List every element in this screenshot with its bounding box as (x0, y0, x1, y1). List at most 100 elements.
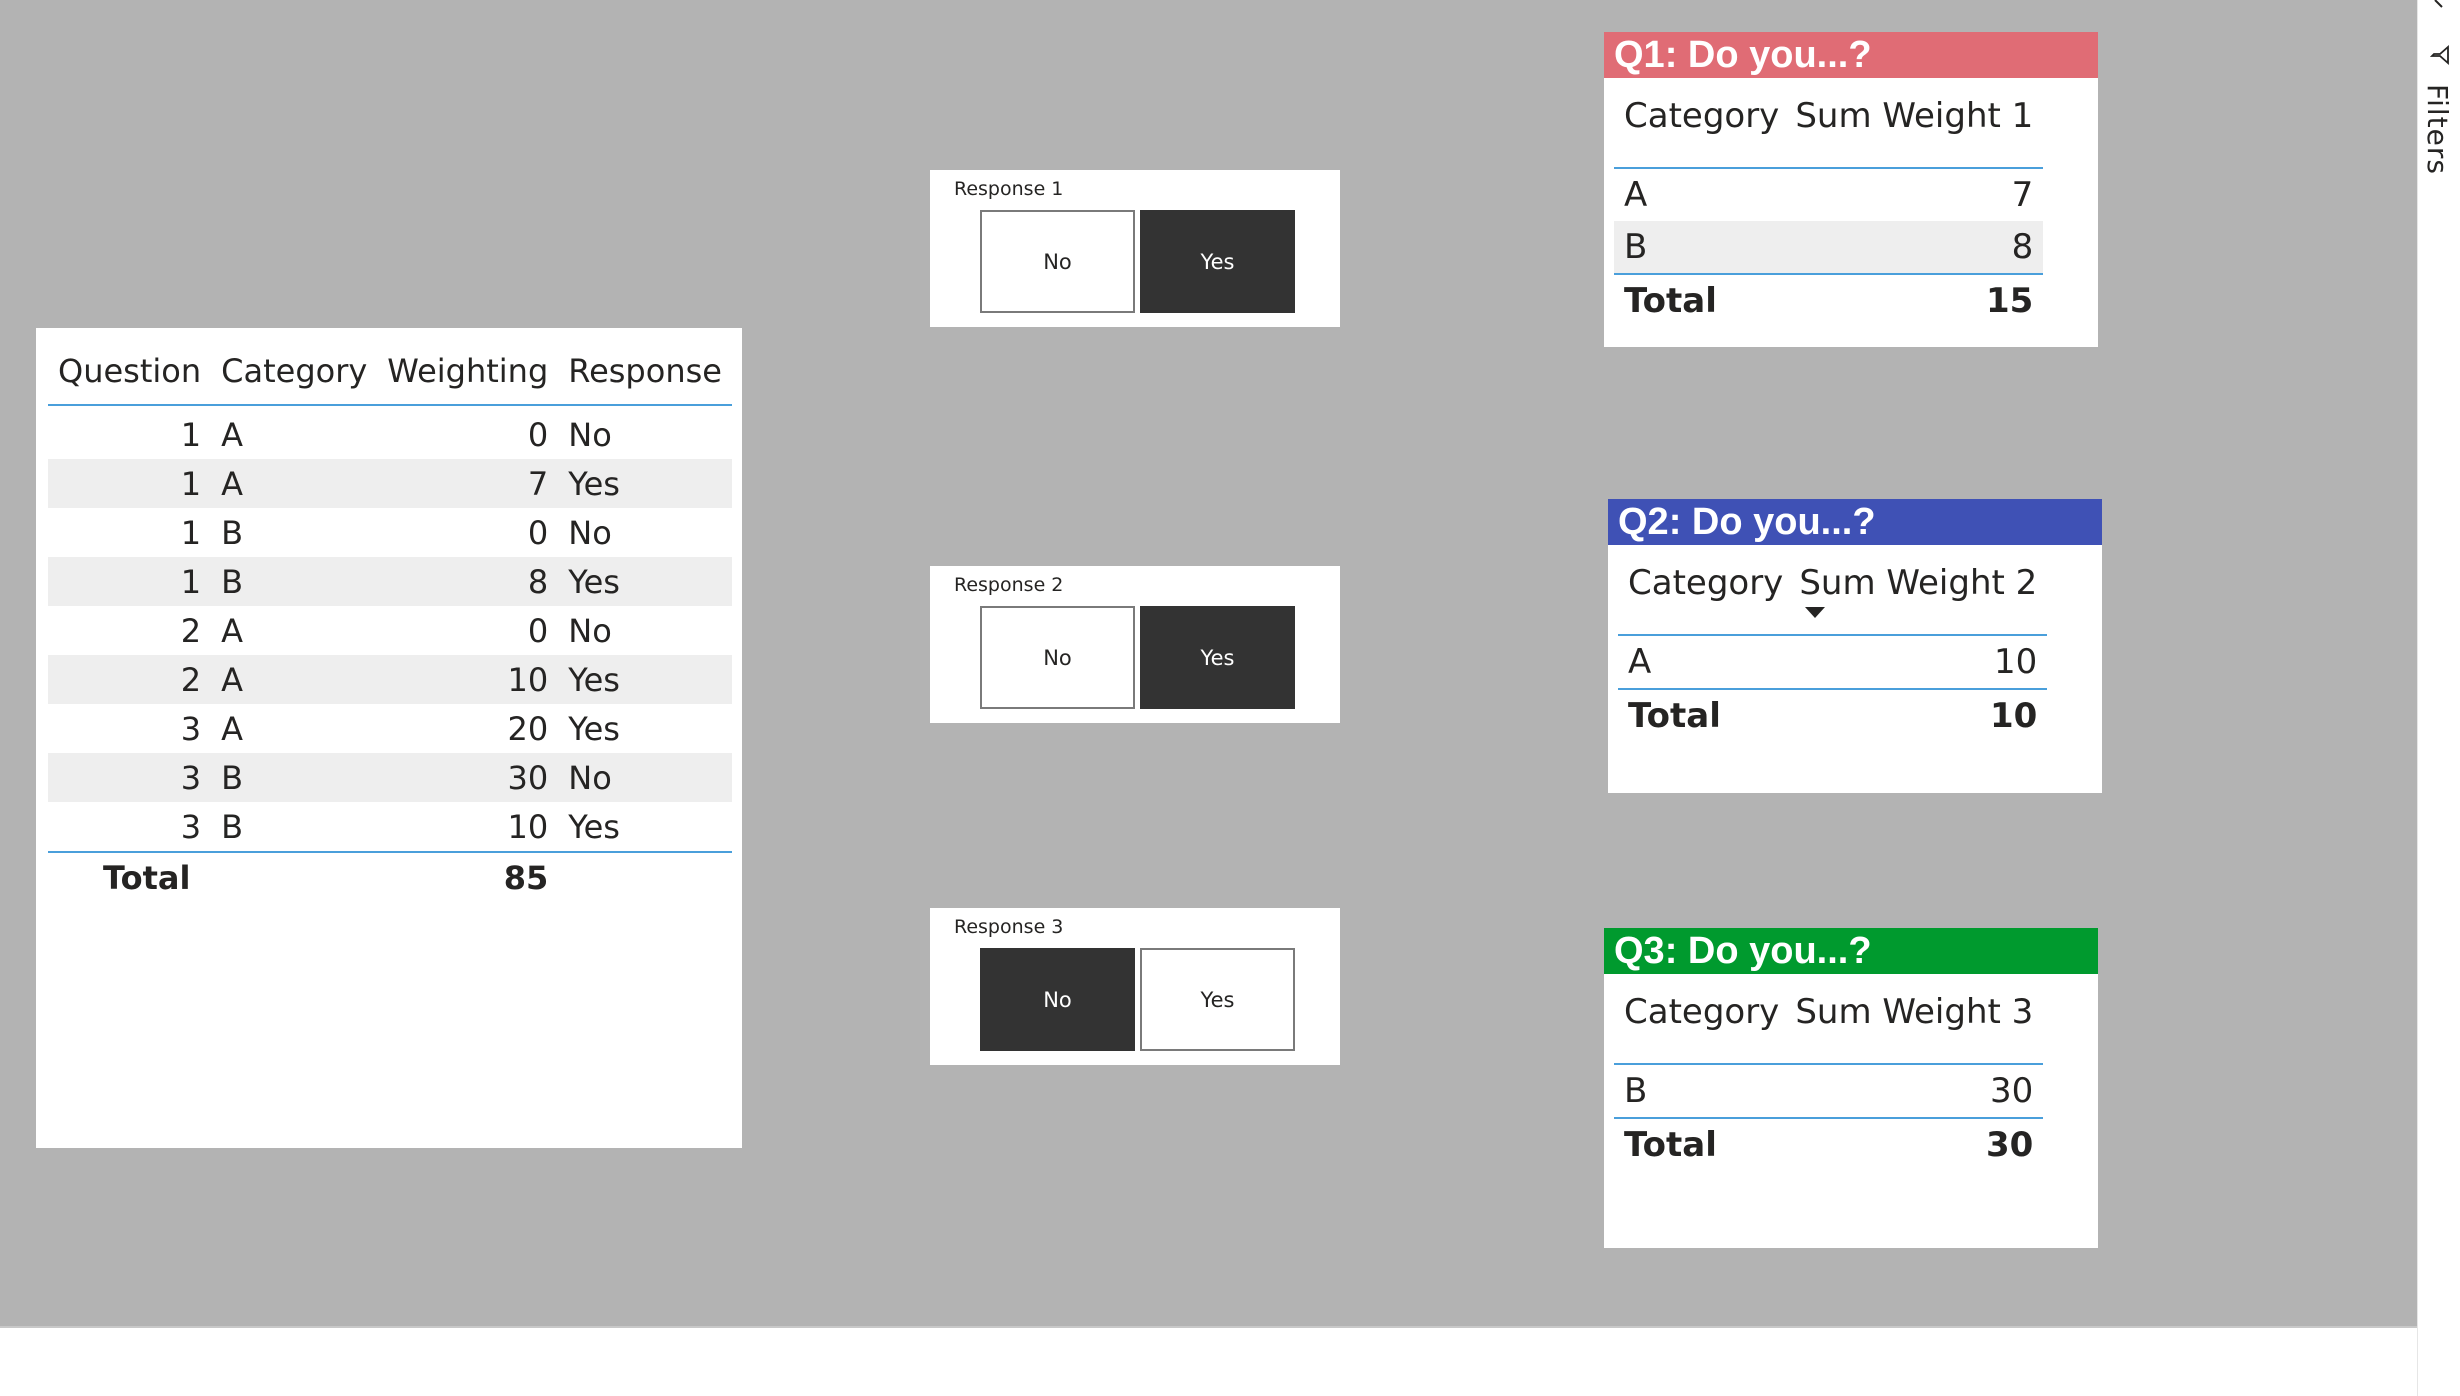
cell-value: 30 (1789, 1064, 2044, 1119)
total-value: 10 (1989, 696, 2038, 736)
response-2-slicer: Response 2 No Yes (930, 566, 1340, 723)
slicer-option-no[interactable]: No (980, 210, 1135, 313)
cell-category: A (1624, 175, 1648, 215)
table-row: 2 A 10 Yes (48, 655, 732, 704)
canvas-bottom-border (0, 1326, 2417, 1328)
table-row: 1 B 0 No (48, 508, 732, 557)
cell-category: B (221, 807, 244, 846)
table-total-row: Total 10 (1618, 689, 2047, 742)
cell-weighting: 0 (527, 611, 549, 650)
table-row: A 10 (1618, 635, 2048, 690)
cell-category: A (221, 611, 244, 650)
data-table-visual[interactable]: Question Category Weighting Response 1 A… (36, 328, 742, 1148)
filter-icon[interactable] (2430, 44, 2450, 66)
q2-summary-visual[interactable]: Q2: Do you...? Category Sum Weight 2 A 1… (1608, 499, 2102, 793)
column-header-category[interactable]: Category (211, 338, 378, 406)
table-header-row: Question Category Weighting Response (48, 338, 732, 406)
cell-question: 1 (180, 415, 202, 454)
cell-question: 3 (180, 709, 202, 748)
slicer-title: Response 1 (954, 178, 1064, 200)
sort-descending-icon[interactable] (1805, 607, 1826, 618)
column-header-category[interactable]: Category (1618, 555, 1794, 636)
slicer-option-no[interactable]: No (980, 606, 1135, 709)
q2-table: Category Sum Weight 2 A 10 Total 10 (1618, 555, 2048, 742)
cell-response: No (558, 753, 732, 802)
column-header-category[interactable]: Category (1614, 984, 1790, 1065)
collapse-arrow-icon[interactable] (2432, 0, 2450, 14)
cell-category: A (1618, 635, 1794, 690)
table-header-row: Category Sum Weight 3 (1614, 984, 2044, 1065)
table-row: 3 A 20 Yes (48, 704, 732, 753)
slicer-option-yes[interactable]: Yes (1140, 948, 1295, 1051)
column-header-question[interactable]: Question (48, 338, 212, 406)
cell-response: Yes (568, 709, 620, 748)
cell-weighting: 10 (377, 655, 559, 704)
table-total-row: Total 85 (48, 851, 732, 903)
table-total-row: Total 30 (1614, 1118, 2043, 1171)
table-row: 1 B 8 Yes (48, 557, 732, 606)
filters-label[interactable]: Filters (2421, 84, 2454, 224)
cell-weighting: 0 (527, 513, 549, 552)
cell-response: Yes (558, 459, 732, 508)
total-label: Total (1624, 1125, 1717, 1165)
cell-weighting: 0 (527, 415, 549, 454)
column-header-response[interactable]: Response (558, 338, 732, 406)
q1-summary-visual[interactable]: Q1: Do you...? Category Sum Weight 1 A 7… (1604, 32, 2098, 347)
q1-title: Q1: Do you...? (1604, 32, 2098, 78)
response-1-slicer: Response 1 No Yes (930, 170, 1340, 327)
cell-response: No (568, 415, 612, 454)
column-header-sum-weight[interactable]: Sum Weight 2 (1793, 555, 2048, 636)
slicer-title: Response 3 (954, 916, 1064, 938)
total-empty-cell (558, 851, 732, 903)
slicer-option-yes[interactable]: Yes (1140, 210, 1295, 313)
cell-category: B (1614, 1064, 1790, 1119)
cell-category: A (211, 459, 378, 508)
cell-response: No (568, 513, 612, 552)
total-value: 15 (1985, 281, 2034, 321)
filters-pane[interactable]: Filters (2417, 0, 2460, 1396)
cell-category: B (1614, 221, 1790, 275)
table-row: B 8 (1614, 221, 2044, 275)
total-value: 30 (1985, 1125, 2034, 1165)
table-header-row: Category Sum Weight 2 (1618, 555, 2048, 636)
cell-question: 2 (48, 655, 212, 704)
data-table: Question Category Weighting Response 1 A… (48, 338, 732, 903)
column-header-sum-weight[interactable]: Sum Weight 1 (1789, 88, 2044, 169)
table-header-row: Category Sum Weight 1 (1614, 88, 2044, 169)
table-total-row: Total 15 (1614, 274, 2043, 327)
cell-question: 1 (48, 459, 212, 508)
cell-response: Yes (558, 655, 732, 704)
cell-category: A (221, 415, 244, 454)
slicer-option-no[interactable]: No (980, 948, 1135, 1051)
cell-response: Yes (568, 807, 620, 846)
slicer-option-yes[interactable]: Yes (1140, 606, 1295, 709)
cell-question: 3 (180, 807, 202, 846)
cell-value: 8 (1789, 221, 2044, 275)
q3-summary-visual[interactable]: Q3: Do you...? Category Sum Weight 3 B 3… (1604, 928, 2098, 1248)
table-row: 1 A 0 No (48, 405, 732, 459)
column-header-weighting[interactable]: Weighting (377, 338, 559, 406)
column-header-sum-weight-label: Sum Weight 2 (1799, 563, 2038, 603)
cell-category: B (221, 513, 244, 552)
column-header-category[interactable]: Category (1614, 88, 1790, 169)
report-canvas: Question Category Weighting Response 1 A… (0, 0, 2417, 1326)
total-label: Total (48, 851, 378, 903)
total-label: Total (1628, 696, 1721, 736)
cell-value: 10 (1793, 635, 2048, 690)
cell-weighting: 20 (507, 709, 549, 748)
cell-question: 1 (180, 513, 202, 552)
cell-response: Yes (558, 557, 732, 606)
column-header-sum-weight[interactable]: Sum Weight 3 (1789, 984, 2044, 1065)
q3-title: Q3: Do you...? (1604, 928, 2098, 974)
cell-weighting: 10 (507, 807, 549, 846)
cell-question: 3 (48, 753, 212, 802)
response-3-slicer: Response 3 No Yes (930, 908, 1340, 1065)
q3-table: Category Sum Weight 3 B 30 Total 30 (1614, 984, 2044, 1171)
cell-category: B (211, 753, 378, 802)
cell-response: No (568, 611, 612, 650)
cell-category: A (211, 655, 378, 704)
slicer-title: Response 2 (954, 574, 1064, 596)
table-row: B 30 (1614, 1064, 2044, 1119)
total-label: Total (1624, 281, 1717, 321)
cell-question: 2 (180, 611, 202, 650)
